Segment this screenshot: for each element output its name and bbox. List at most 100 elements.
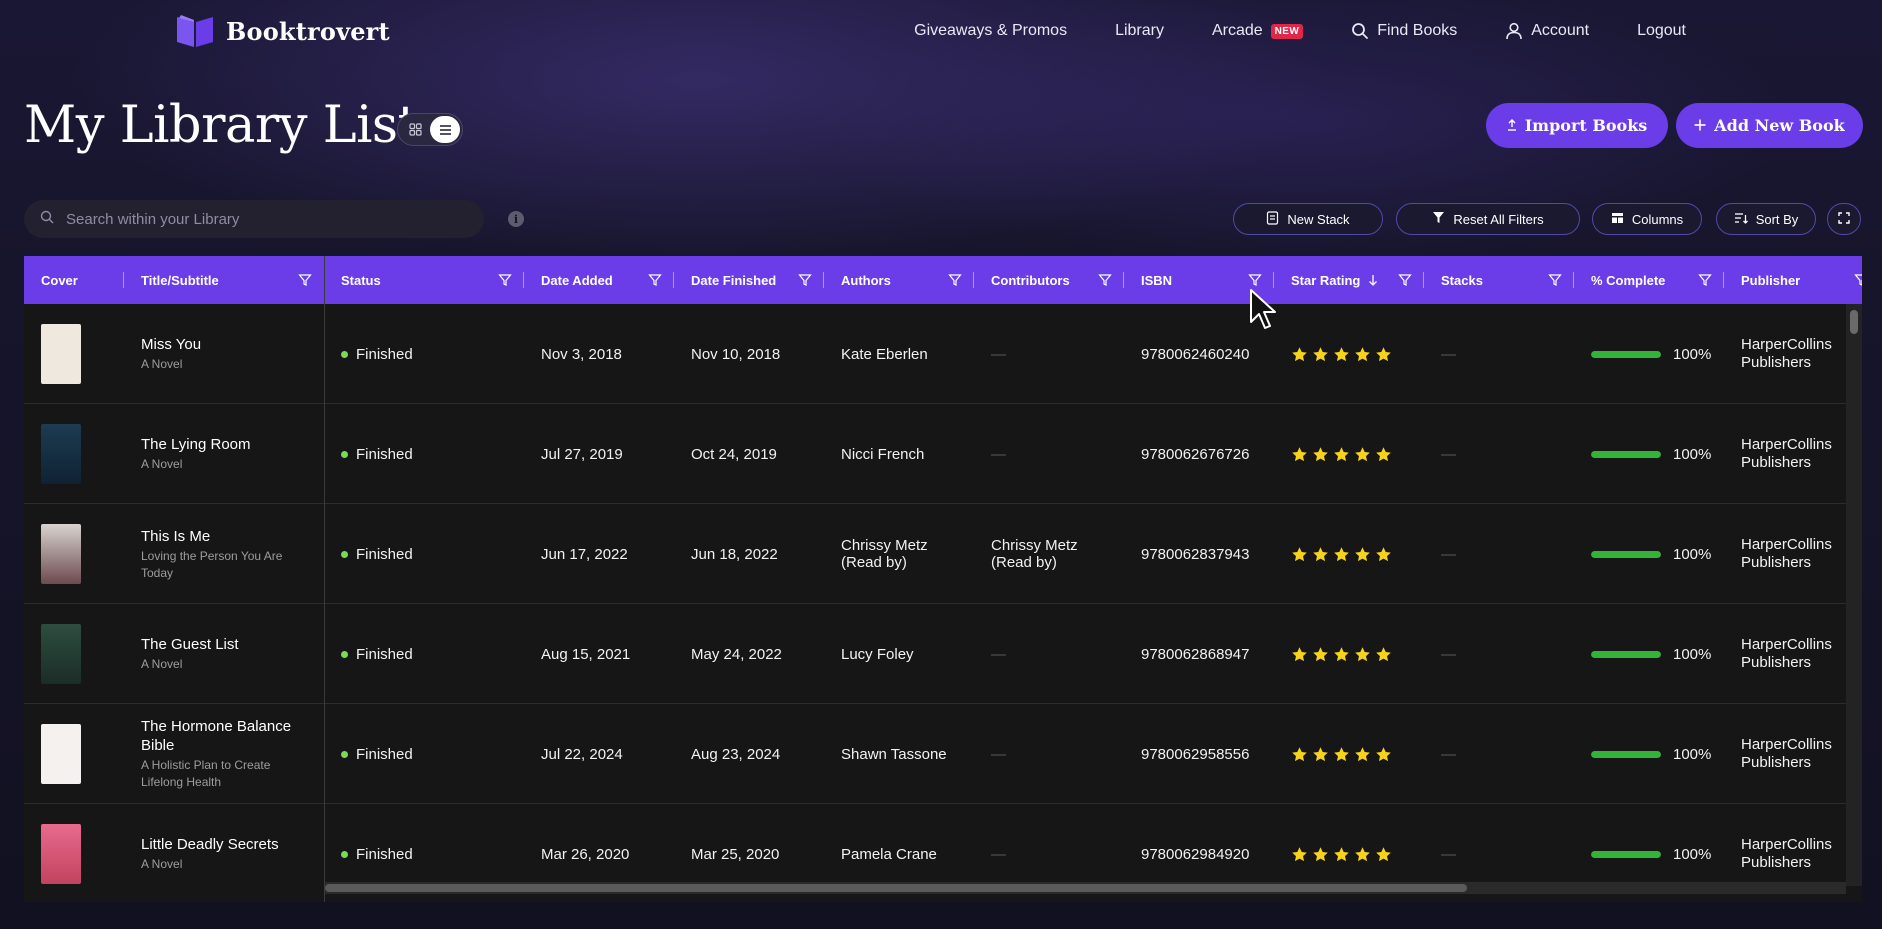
star-icon[interactable] — [1333, 746, 1350, 763]
star-icon[interactable] — [1291, 646, 1308, 663]
vertical-scroll-thumb[interactable] — [1850, 310, 1858, 334]
star-icon[interactable] — [1333, 646, 1350, 663]
col-header-complete[interactable]: % Complete — [1574, 256, 1724, 304]
col-header-title[interactable]: Title/Subtitle — [124, 256, 324, 304]
star-rating[interactable] — [1291, 846, 1392, 863]
star-icon[interactable] — [1291, 846, 1308, 863]
book-cover[interactable] — [41, 324, 81, 384]
star-icon[interactable] — [1375, 746, 1392, 763]
star-icon[interactable] — [1375, 646, 1392, 663]
title-cell[interactable]: Miss You A Novel — [124, 304, 324, 404]
add-new-book-button[interactable]: Add New Book — [1676, 103, 1863, 148]
book-cover[interactable] — [41, 524, 81, 584]
star-rating[interactable] — [1291, 346, 1392, 363]
title-cell[interactable]: This Is Me Loving the Person You Are Toda… — [124, 504, 324, 604]
table-row[interactable]: Miss You A Novel Finished Nov 3, 2018 Nov 10… — [24, 304, 1846, 404]
filter-icon[interactable] — [1248, 273, 1262, 287]
title-cell[interactable]: The Guest List A Novel — [124, 604, 324, 704]
filter-icon[interactable] — [1854, 273, 1862, 287]
star-icon[interactable] — [1354, 746, 1371, 763]
star-icon[interactable] — [1291, 746, 1308, 763]
star-icon[interactable] — [1354, 846, 1371, 863]
star-icon[interactable] — [1291, 546, 1308, 563]
col-header-publisher[interactable]: Publisher — [1724, 256, 1862, 304]
vertical-scrollbar[interactable] — [1846, 304, 1862, 886]
columns-button[interactable]: Columns — [1592, 203, 1702, 235]
book-cover[interactable] — [41, 724, 81, 784]
star-icon[interactable] — [1375, 846, 1392, 863]
star-rating[interactable] — [1291, 446, 1392, 463]
star-rating-cell[interactable] — [1274, 404, 1424, 504]
star-icon[interactable] — [1375, 446, 1392, 463]
filter-icon[interactable] — [1548, 273, 1562, 287]
col-header-status[interactable]: Status — [324, 256, 524, 304]
star-icon[interactable] — [1312, 346, 1329, 363]
nav-arcade[interactable]: Arcade NEW — [1212, 22, 1304, 40]
star-icon[interactable] — [1354, 646, 1371, 663]
info-icon[interactable]: i — [508, 211, 524, 227]
filter-icon[interactable] — [1698, 273, 1712, 287]
title-cell[interactable]: Little Deadly Secrets A Novel — [124, 804, 324, 902]
title-cell[interactable]: The Hormone Balance Bible A Holistic Plan… — [124, 704, 324, 804]
star-rating[interactable] — [1291, 746, 1392, 763]
grid-view-icon[interactable] — [400, 116, 430, 143]
book-title[interactable]: Little Deadly Secrets — [141, 835, 279, 854]
star-rating[interactable] — [1291, 546, 1392, 563]
col-header-contributors[interactable]: Contributors — [974, 256, 1124, 304]
nav-account[interactable]: Account — [1505, 22, 1589, 40]
table-row[interactable]: The Hormone Balance Bible A Holistic Plan… — [24, 704, 1846, 804]
star-icon[interactable] — [1333, 846, 1350, 863]
filter-icon[interactable] — [648, 273, 662, 287]
star-icon[interactable] — [1333, 446, 1350, 463]
star-icon[interactable] — [1291, 346, 1308, 363]
reset-filters-button[interactable]: Reset All Filters — [1396, 203, 1580, 235]
col-header-authors[interactable]: Authors — [824, 256, 974, 304]
star-rating-cell[interactable] — [1274, 304, 1424, 404]
book-cover[interactable] — [41, 624, 81, 684]
col-header-cover[interactable]: Cover — [24, 256, 124, 304]
book-title[interactable]: The Lying Room — [141, 435, 251, 454]
table-row[interactable]: This Is Me Loving the Person You Are Toda… — [24, 504, 1846, 604]
book-title[interactable]: Miss You — [141, 335, 201, 354]
library-search-input[interactable]: Search within your Library — [24, 200, 484, 238]
new-stack-button[interactable]: New Stack — [1233, 203, 1383, 235]
nav-library[interactable]: Library — [1115, 22, 1164, 40]
star-rating-cell[interactable] — [1274, 604, 1424, 704]
horizontal-scrollbar[interactable] — [325, 882, 1846, 894]
star-rating[interactable] — [1291, 646, 1392, 663]
star-icon[interactable] — [1354, 346, 1371, 363]
import-books-button[interactable]: Import Books — [1486, 103, 1668, 148]
col-header-star-rating[interactable]: Star Rating — [1274, 256, 1424, 304]
star-rating-cell[interactable] — [1274, 704, 1424, 804]
filter-icon[interactable] — [298, 273, 312, 287]
star-icon[interactable] — [1312, 446, 1329, 463]
star-icon[interactable] — [1375, 546, 1392, 563]
star-icon[interactable] — [1354, 546, 1371, 563]
sort-by-button[interactable]: Sort By — [1716, 203, 1816, 235]
star-icon[interactable] — [1291, 446, 1308, 463]
filter-icon[interactable] — [948, 273, 962, 287]
book-title[interactable]: This Is Me — [141, 527, 210, 546]
book-cover[interactable] — [41, 424, 81, 484]
brand[interactable]: Booktrovert — [174, 13, 390, 49]
star-icon[interactable] — [1333, 546, 1350, 563]
star-icon[interactable] — [1354, 446, 1371, 463]
book-title[interactable]: The Guest List — [141, 635, 239, 654]
table-row[interactable]: The Guest List A Novel Finished Aug 15, 202… — [24, 604, 1846, 704]
col-header-stacks[interactable]: Stacks — [1424, 256, 1574, 304]
filter-icon[interactable] — [798, 273, 812, 287]
nav-find-books[interactable]: Find Books — [1351, 22, 1457, 40]
col-header-date-added[interactable]: Date Added — [524, 256, 674, 304]
fullscreen-button[interactable] — [1827, 203, 1861, 235]
book-cover[interactable] — [41, 824, 81, 884]
star-icon[interactable] — [1312, 646, 1329, 663]
nav-logout[interactable]: Logout — [1637, 22, 1686, 40]
horizontal-scroll-thumb[interactable] — [325, 884, 1467, 892]
col-header-date-finished[interactable]: Date Finished — [674, 256, 824, 304]
star-rating-cell[interactable] — [1274, 504, 1424, 604]
filter-icon[interactable] — [498, 273, 512, 287]
table-row[interactable]: The Lying Room A Novel Finished Jul 27, 201… — [24, 404, 1846, 504]
filter-icon[interactable] — [1398, 273, 1412, 287]
nav-giveaways[interactable]: Giveaways & Promos — [914, 22, 1067, 40]
star-icon[interactable] — [1312, 846, 1329, 863]
